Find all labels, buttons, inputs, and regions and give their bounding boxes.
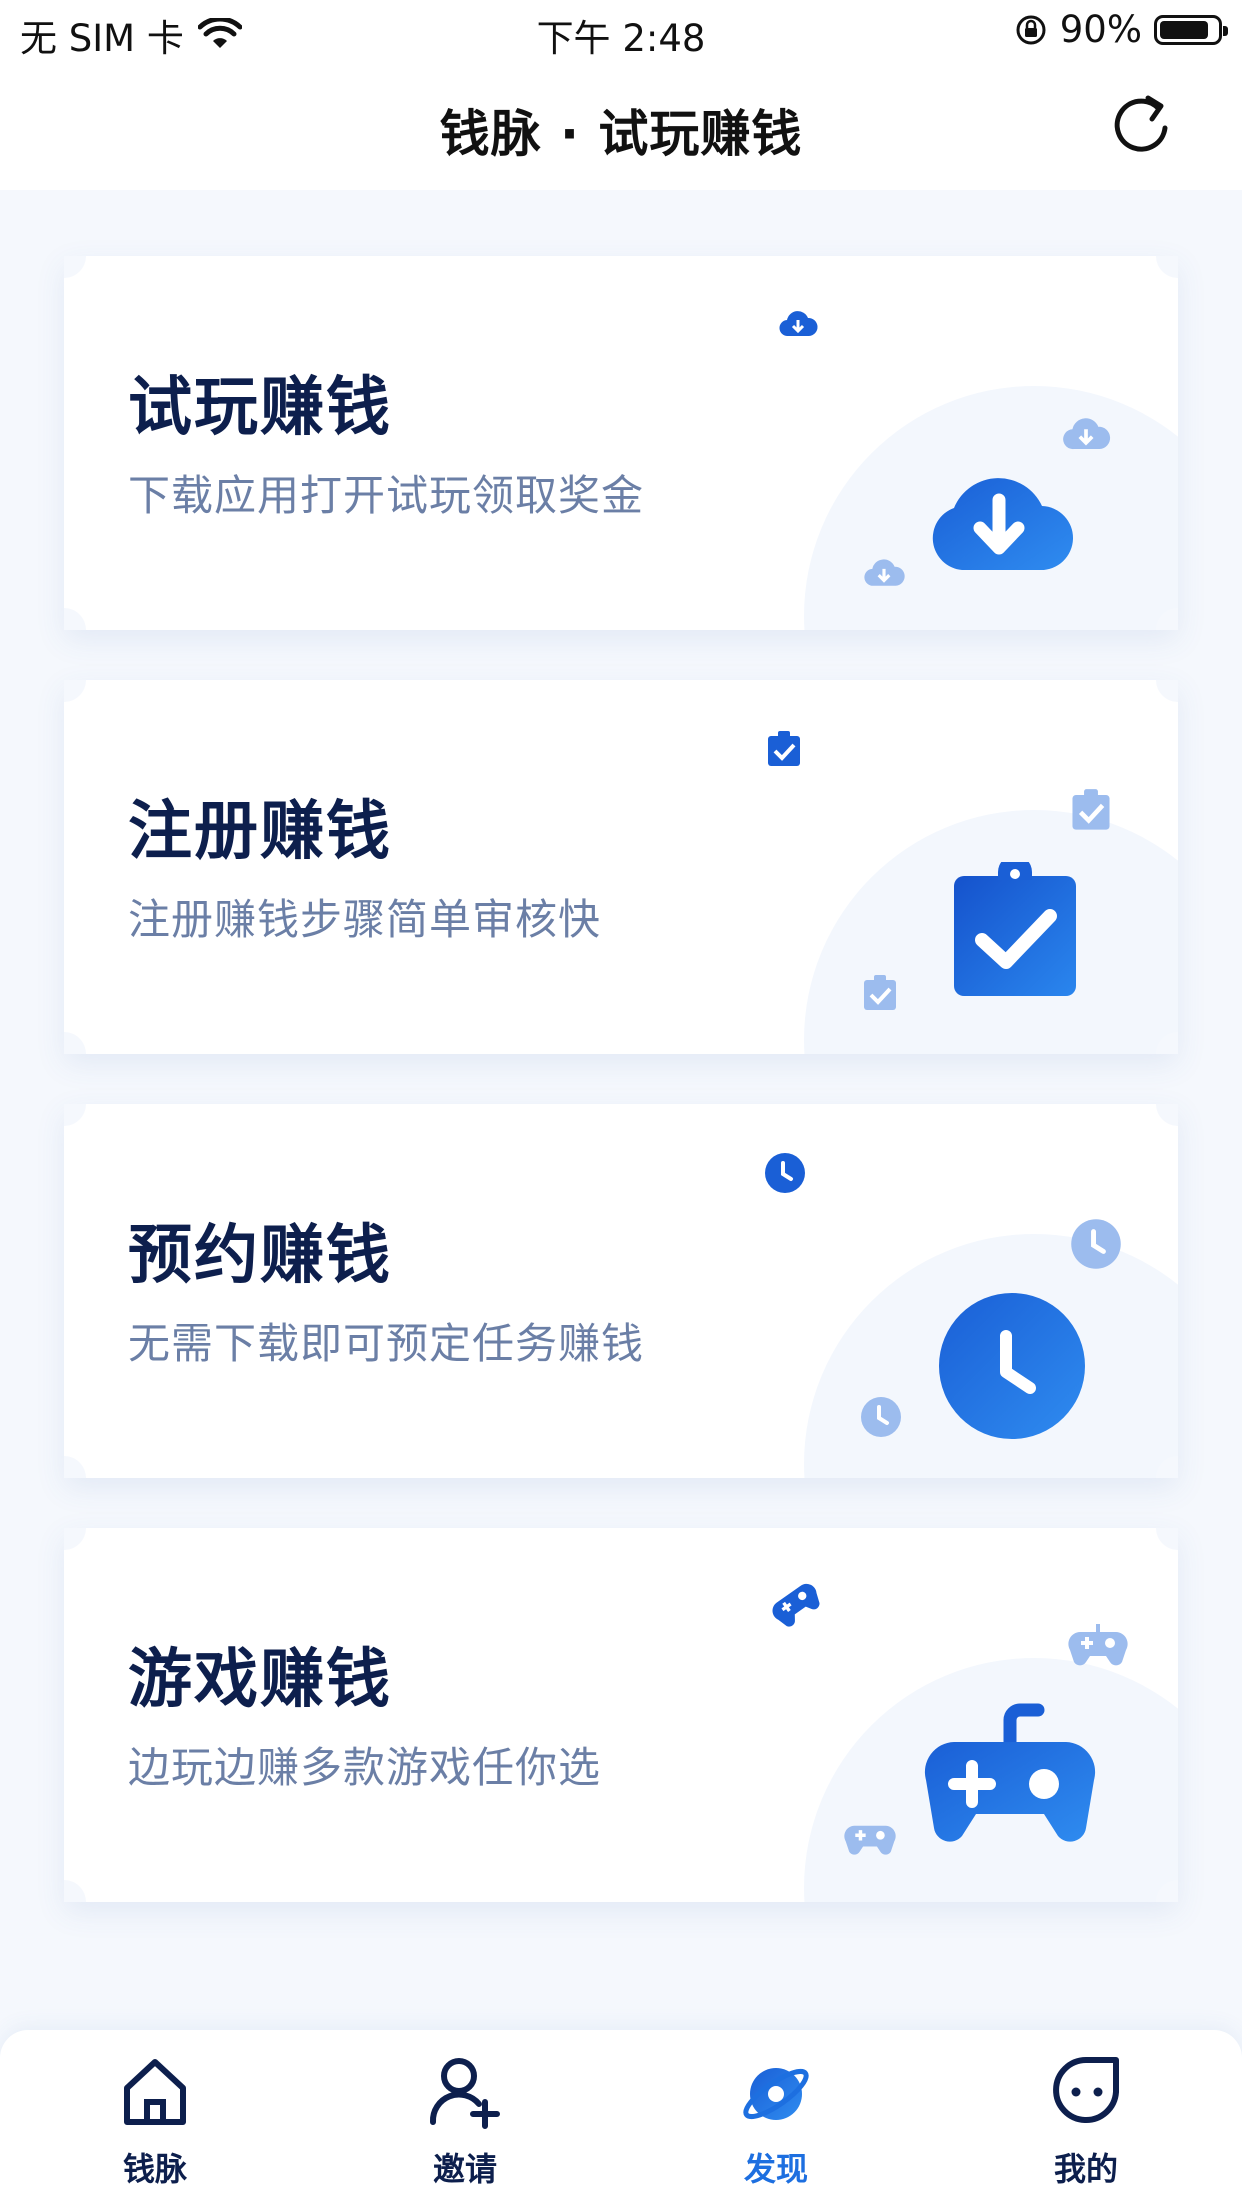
discover-planet-icon [743, 2068, 809, 2120]
tab-label: 我的 [1053, 2150, 1118, 2188]
cloud-download-light-icon [864, 559, 905, 586]
home-icon [124, 2059, 186, 2125]
card-subtitle: 边玩边赚多款游戏任你选 [128, 1743, 602, 1792]
card-subtitle: 无需下载即可预定任务赚钱 [128, 1319, 645, 1368]
tab-label: 钱脉 [122, 2150, 187, 2188]
cloud-download-small-icon [779, 311, 818, 337]
tab-label: 发现 [743, 2150, 808, 2188]
tab-mine[interactable]: 我的 [986, 2052, 1186, 2190]
clipboard-check-light-icon [1072, 789, 1110, 830]
card-title: 预约赚钱 [128, 1219, 392, 1293]
clipboard-check-icon [954, 862, 1076, 996]
clock-icon [939, 1293, 1085, 1439]
card-reserve-earn[interactable]: 预约赚钱 无需下载即可预定任务赚钱 [64, 1104, 1178, 1478]
battery-icon [1154, 14, 1228, 45]
clipboard-check-light-icon [864, 975, 896, 1010]
clock-small-icon [765, 1153, 805, 1193]
navigation-bar: 钱脉 · 试玩赚钱 [0, 62, 1242, 190]
clipboard-check-small-icon [768, 731, 800, 766]
clock-light-icon [861, 1397, 901, 1437]
card-trial-earn[interactable]: 试玩赚钱 下载应用打开试玩领取奖金 [64, 256, 1178, 630]
gamepad-small-icon [772, 1583, 820, 1627]
status-bar: 无 SIM 卡 下午 2:48 90% [0, 0, 1242, 62]
battery-percent: 90% [1059, 8, 1142, 51]
cloud-download-light-icon [1063, 418, 1111, 450]
page-title: 钱脉 · 试玩赚钱 [439, 105, 803, 163]
card-game-earn[interactable]: 游戏赚钱 边玩边赚多款游戏任你选 [64, 1528, 1178, 1902]
tab-qianmai[interactable]: 钱脉 [55, 2052, 255, 2190]
tab-bar: 钱脉 邀请 发现 我的 [0, 2030, 1242, 2208]
card-title: 试玩赚钱 [128, 371, 392, 445]
tab-invite[interactable]: 邀请 [365, 2052, 565, 2190]
refresh-icon[interactable] [1108, 92, 1174, 158]
clock-light-icon [1071, 1219, 1121, 1269]
tab-label: 邀请 [432, 2150, 497, 2188]
gamepad-light-icon [844, 1825, 896, 1855]
card-subtitle: 下载应用打开试玩领取奖金 [128, 471, 645, 520]
add-user-icon [429, 2058, 500, 2129]
gamepad-icon [924, 1703, 1096, 1842]
status-right: 90% [1014, 8, 1228, 51]
cloud-download-icon [932, 478, 1074, 571]
profile-face-icon [1053, 2057, 1119, 2123]
gamepad-light-icon [1068, 1624, 1128, 1666]
tab-discover[interactable]: 发现 [676, 2052, 876, 2190]
rotation-lock-icon [1016, 15, 1046, 44]
card-register-earn[interactable]: 注册赚钱 注册赚钱步骤简单审核快 [64, 680, 1178, 1054]
card-title: 注册赚钱 [128, 795, 392, 869]
card-subtitle: 注册赚钱步骤简单审核快 [128, 895, 602, 944]
card-title: 游戏赚钱 [128, 1643, 392, 1717]
